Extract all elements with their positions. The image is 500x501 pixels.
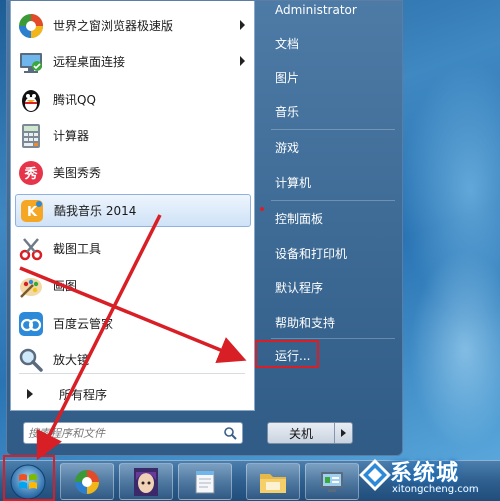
search-input[interactable]	[28, 424, 218, 442]
taskbar-anime-avatar[interactable]	[119, 463, 173, 500]
devices-printers-link[interactable]: 设备和打印机	[267, 239, 347, 269]
help-support-link[interactable]: 帮助和支持	[267, 308, 335, 338]
calculator-icon	[17, 122, 45, 150]
pictures-link[interactable]: 图片	[267, 63, 299, 93]
anime-avatar-icon	[134, 467, 158, 496]
baidu-cloud-icon	[17, 310, 45, 338]
run-highlight-box	[255, 340, 319, 368]
games-link[interactable]: 游戏	[267, 133, 299, 163]
menu-divider	[271, 129, 395, 130]
menu-divider	[271, 200, 395, 201]
menu-item-label: 画图	[53, 279, 78, 293]
file-explorer-icon	[260, 473, 286, 493]
menu-item-meitu[interactable]: 秀 美图秀秀	[15, 156, 251, 189]
watermark-url: xitongcheng.com	[392, 484, 479, 495]
menu-item-label: 腾讯QQ	[53, 93, 96, 107]
documents-link[interactable]: 文档	[267, 29, 299, 59]
start-button-highlight-box	[3, 455, 55, 501]
default-programs-link[interactable]: 默认程序	[267, 273, 323, 303]
submenu-arrow-icon	[240, 20, 245, 30]
menu-item-calculator[interactable]: 计算器	[15, 119, 251, 152]
menu-item-qq[interactable]: 腾讯QQ	[15, 83, 251, 116]
menu-item-kuwo-music[interactable]: K 酷我音乐 2014	[15, 194, 251, 227]
menu-item-paint[interactable]: 画图	[15, 269, 251, 302]
notepad-icon	[195, 470, 215, 493]
menu-item-label: 远程桌面连接	[53, 55, 126, 69]
kuwo-music-icon: K	[18, 197, 46, 225]
music-link[interactable]: 音乐	[267, 97, 299, 127]
magnifier-icon	[17, 346, 45, 374]
places-pane: Administrator 文档 图片 音乐 游戏 计算机 控制面板 设备和打印…	[259, 1, 402, 455]
watermark: 系统城 xitongcheng.com	[356, 452, 500, 501]
menu-item-label: 世界之窗浏览器极速版	[53, 19, 174, 33]
control-panel-icon	[321, 471, 343, 492]
watermark-brand: 系统城	[390, 461, 460, 486]
menu-item-label: 酷我音乐 2014	[54, 204, 137, 218]
all-programs-label: 所有程序	[59, 387, 108, 402]
programs-pane: 世界之窗浏览器极速版 远程桌面连接 腾讯QQ 计算器 秀 美图秀秀 K 酷我音乐…	[10, 1, 255, 411]
menu-divider	[271, 338, 395, 339]
control-panel-link[interactable]: 控制面板	[267, 204, 323, 234]
all-programs-button[interactable]: 所有程序	[15, 380, 251, 408]
menu-item-label: 计算器	[53, 129, 90, 143]
menu-divider	[19, 373, 245, 374]
search-box[interactable]	[23, 422, 243, 444]
taskbar-file-explorer[interactable]	[246, 463, 300, 500]
remote-desktop-icon	[17, 48, 45, 76]
computer-link[interactable]: 计算机	[267, 168, 311, 198]
shutdown-button[interactable]: 关机	[267, 422, 353, 444]
submenu-arrow-icon	[240, 56, 245, 66]
paint-icon	[17, 272, 45, 300]
watermark-logo-icon	[359, 459, 391, 491]
svg-text:秀: 秀	[23, 166, 38, 182]
taskbar-control-panel[interactable]	[305, 463, 359, 500]
meitu-icon: 秀	[17, 159, 45, 187]
shutdown-label: 关机	[288, 426, 313, 441]
menu-item-label: 截图工具	[53, 242, 102, 256]
menu-item-remote-desktop[interactable]: 远程桌面连接	[15, 45, 251, 78]
user-name-link[interactable]: Administrator	[267, 1, 357, 25]
svg-text:K: K	[27, 205, 38, 220]
expand-arrow-icon	[27, 389, 33, 399]
menu-item-label: 放大镜	[53, 353, 90, 367]
start-menu: 世界之窗浏览器极速版 远程桌面连接 腾讯QQ 计算器 秀 美图秀秀 K 酷我音乐…	[6, 0, 403, 456]
theworld-browser-icon	[17, 12, 45, 40]
taskbar-notepad[interactable]	[178, 463, 232, 500]
menu-item-label: 美图秀秀	[53, 166, 102, 180]
shutdown-options-arrow-icon[interactable]	[334, 423, 352, 443]
menu-item-snipping-tool[interactable]: 截图工具	[15, 232, 251, 265]
search-icon[interactable]	[223, 426, 237, 443]
taskbar-theworld-browser[interactable]	[60, 463, 114, 500]
menu-item-label: 百度云管家	[53, 317, 114, 331]
theworld-browser-icon	[75, 469, 99, 494]
menu-item-baidu-cloud[interactable]: 百度云管家	[15, 307, 251, 340]
menu-item-magnifier[interactable]: 放大镜	[15, 343, 251, 376]
menu-item-theworld-browser[interactable]: 世界之窗浏览器极速版	[15, 9, 251, 42]
qq-penguin-icon	[17, 86, 45, 114]
snipping-tool-icon	[17, 235, 45, 263]
